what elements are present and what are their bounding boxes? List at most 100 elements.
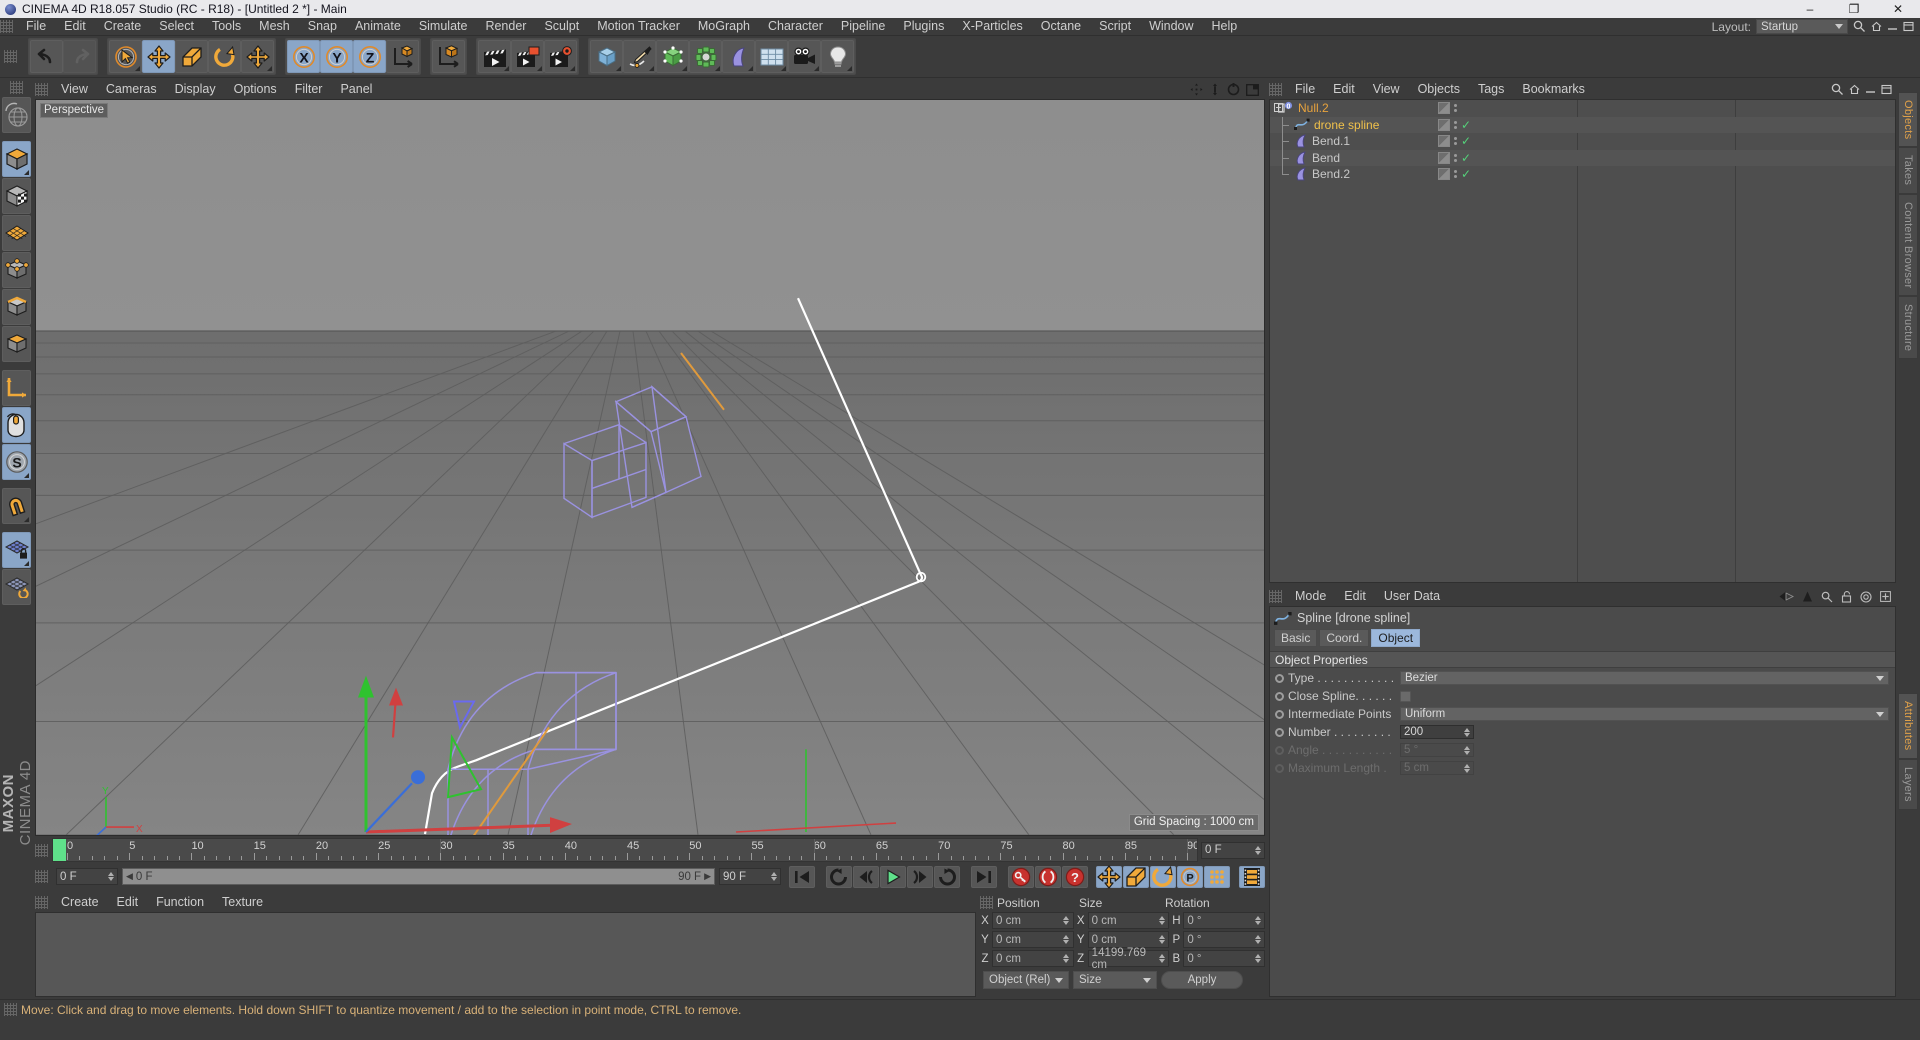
spinner-icon[interactable] bbox=[1463, 763, 1470, 773]
coordinate-grip-icon[interactable] bbox=[980, 896, 993, 909]
visibility-toggle-dots[interactable] bbox=[1454, 153, 1457, 162]
menu-item-window[interactable]: Window bbox=[1140, 18, 1202, 35]
material-grip-icon[interactable] bbox=[35, 896, 48, 909]
menu-item-function[interactable]: Function bbox=[147, 894, 213, 911]
play-backwards-button[interactable] bbox=[826, 865, 852, 888]
visibility-dots-icon[interactable] bbox=[1438, 102, 1450, 115]
object-row-bend-1[interactable]: Bend.1 ✓ bbox=[1270, 133, 1895, 150]
workplane-rotate[interactable] bbox=[2, 569, 31, 605]
spinner-icon[interactable] bbox=[1063, 916, 1070, 925]
menu-item-view[interactable]: View bbox=[52, 81, 97, 98]
menu-item-file[interactable]: File bbox=[17, 18, 55, 35]
size-field-x[interactable]: 0 cm bbox=[1087, 912, 1170, 929]
timeline-end-frame-field[interactable]: 0 F bbox=[1201, 841, 1265, 859]
visibility-dots-icon[interactable] bbox=[1438, 118, 1450, 131]
polygon-mode[interactable] bbox=[2, 215, 31, 251]
go-to-end-button[interactable] bbox=[971, 865, 997, 888]
zoom-view-icon[interactable] bbox=[1209, 83, 1221, 96]
render-view-button[interactable] bbox=[478, 40, 511, 73]
spinner-icon[interactable] bbox=[1063, 954, 1070, 963]
side-tab-attributes[interactable]: Attributes bbox=[1898, 693, 1918, 759]
menu-item-file[interactable]: File bbox=[1286, 81, 1324, 98]
menu-item-view[interactable]: View bbox=[1364, 81, 1409, 98]
side-tab-structure[interactable]: Structure bbox=[1898, 296, 1918, 360]
menu-item-sculpt[interactable]: Sculpt bbox=[535, 18, 588, 35]
attribute-tab-basic[interactable]: Basic bbox=[1274, 629, 1318, 647]
menu-item-motion-tracker[interactable]: Motion Tracker bbox=[588, 18, 689, 35]
enabled-check-icon[interactable]: ✓ bbox=[1461, 168, 1471, 180]
position-field-y[interactable]: 0 cm bbox=[992, 931, 1074, 948]
spinner-icon[interactable] bbox=[107, 872, 114, 881]
property-dropdown-type[interactable]: Bezier bbox=[1400, 671, 1889, 685]
menu-grip-icon[interactable] bbox=[0, 20, 13, 33]
add-bend-button[interactable] bbox=[722, 40, 755, 73]
property-radio-type[interactable] bbox=[1275, 673, 1284, 683]
size-field-y[interactable]: 0 cm bbox=[1087, 931, 1170, 948]
attribute-tab-coord[interactable]: Coord. bbox=[1319, 629, 1370, 647]
menu-item-tags[interactable]: Tags bbox=[1469, 81, 1513, 98]
back-arrow-icon[interactable] bbox=[1779, 591, 1794, 602]
visibility-dots-icon[interactable] bbox=[1438, 151, 1450, 164]
close-button[interactable]: ✕ bbox=[1876, 0, 1920, 18]
rotation-field-h[interactable]: 0 ° bbox=[1183, 912, 1266, 929]
menu-item-edit[interactable]: Edit bbox=[1324, 81, 1364, 98]
menu-item-create[interactable]: Create bbox=[95, 18, 151, 35]
object-row-null-2[interactable]: 0 Null.2 bbox=[1270, 100, 1895, 117]
spinner-icon[interactable] bbox=[1158, 916, 1165, 925]
visibility-dots-icon[interactable] bbox=[1438, 168, 1450, 181]
record-scale-button[interactable] bbox=[1123, 865, 1149, 888]
record-rotation-button[interactable] bbox=[1150, 865, 1176, 888]
size-field-z[interactable]: 14199.769 cm bbox=[1087, 947, 1170, 971]
edge-mode[interactable] bbox=[2, 289, 31, 325]
spinner-icon[interactable] bbox=[1463, 745, 1470, 755]
add-cube-button[interactable] bbox=[590, 40, 623, 73]
record-keyframe-button[interactable] bbox=[1008, 865, 1034, 888]
point-mode[interactable] bbox=[2, 252, 31, 288]
current-frame-field[interactable]: 0 F bbox=[56, 868, 118, 885]
menu-item-user-data[interactable]: User Data bbox=[1375, 588, 1449, 605]
model-mode[interactable] bbox=[2, 141, 31, 177]
menu-item-simulate[interactable]: Simulate bbox=[410, 18, 477, 35]
expand-icon[interactable] bbox=[1881, 84, 1892, 95]
timeline-grip-icon[interactable] bbox=[35, 843, 48, 857]
layout-select[interactable]: Startup bbox=[1756, 19, 1848, 34]
attribute-tab-object[interactable]: Object bbox=[1371, 629, 1421, 647]
menu-item-bookmarks[interactable]: Bookmarks bbox=[1513, 81, 1594, 98]
home-icon[interactable] bbox=[1849, 84, 1860, 95]
coordinate-mode-select[interactable]: Object (Rel) bbox=[983, 971, 1069, 989]
menu-item-filter[interactable]: Filter bbox=[286, 81, 332, 98]
menu-item-create[interactable]: Create bbox=[52, 894, 108, 911]
menu-item-objects[interactable]: Objects bbox=[1409, 81, 1469, 98]
viewport-grip-icon[interactable] bbox=[35, 83, 48, 96]
live-selection-tool[interactable] bbox=[109, 40, 142, 73]
spinner-icon[interactable] bbox=[770, 872, 777, 881]
viewport-3d[interactable]: Perspective Grid Spacing : 1000 cm Y X bbox=[35, 99, 1265, 836]
menu-item-display[interactable]: Display bbox=[166, 81, 225, 98]
play-forwards-loop-button[interactable] bbox=[934, 865, 960, 888]
record-pla-button[interactable]: P bbox=[1177, 865, 1203, 888]
visibility-toggle-dots[interactable] bbox=[1454, 137, 1457, 146]
visibility-toggle-dots[interactable] bbox=[1454, 120, 1457, 129]
range-right-arrow-icon[interactable]: ▶ bbox=[704, 871, 711, 882]
apply-button[interactable]: Apply bbox=[1161, 971, 1243, 989]
redo-button[interactable] bbox=[63, 40, 96, 73]
spinner-icon[interactable] bbox=[1063, 935, 1070, 944]
position-field-z[interactable]: 0 cm bbox=[992, 950, 1074, 967]
side-tab-layers[interactable]: Layers bbox=[1898, 758, 1918, 810]
step-back-button[interactable] bbox=[853, 865, 879, 888]
spinner-icon[interactable] bbox=[1159, 954, 1166, 963]
spinner-icon[interactable] bbox=[1254, 845, 1261, 855]
property-radio-close-spline[interactable] bbox=[1275, 691, 1284, 701]
object-row-drone-spline[interactable]: drone spline ✓ bbox=[1270, 116, 1895, 133]
property-dropdown-intermediate-points[interactable]: Uniform bbox=[1400, 707, 1889, 721]
menu-item-character[interactable]: Character bbox=[759, 18, 832, 35]
visibility-toggle-dots[interactable] bbox=[1454, 104, 1457, 113]
visibility-dots-icon[interactable] bbox=[1438, 135, 1450, 148]
add-camera-button[interactable] bbox=[788, 40, 821, 73]
enabled-check-icon[interactable]: ✓ bbox=[1461, 119, 1471, 131]
add-nurbs-button[interactable] bbox=[656, 40, 689, 73]
add-floor-button[interactable] bbox=[755, 40, 788, 73]
object-row-bend[interactable]: Bend ✓ bbox=[1270, 149, 1895, 166]
search-icon[interactable] bbox=[1831, 83, 1844, 96]
record-parameter-button[interactable] bbox=[1204, 865, 1230, 888]
